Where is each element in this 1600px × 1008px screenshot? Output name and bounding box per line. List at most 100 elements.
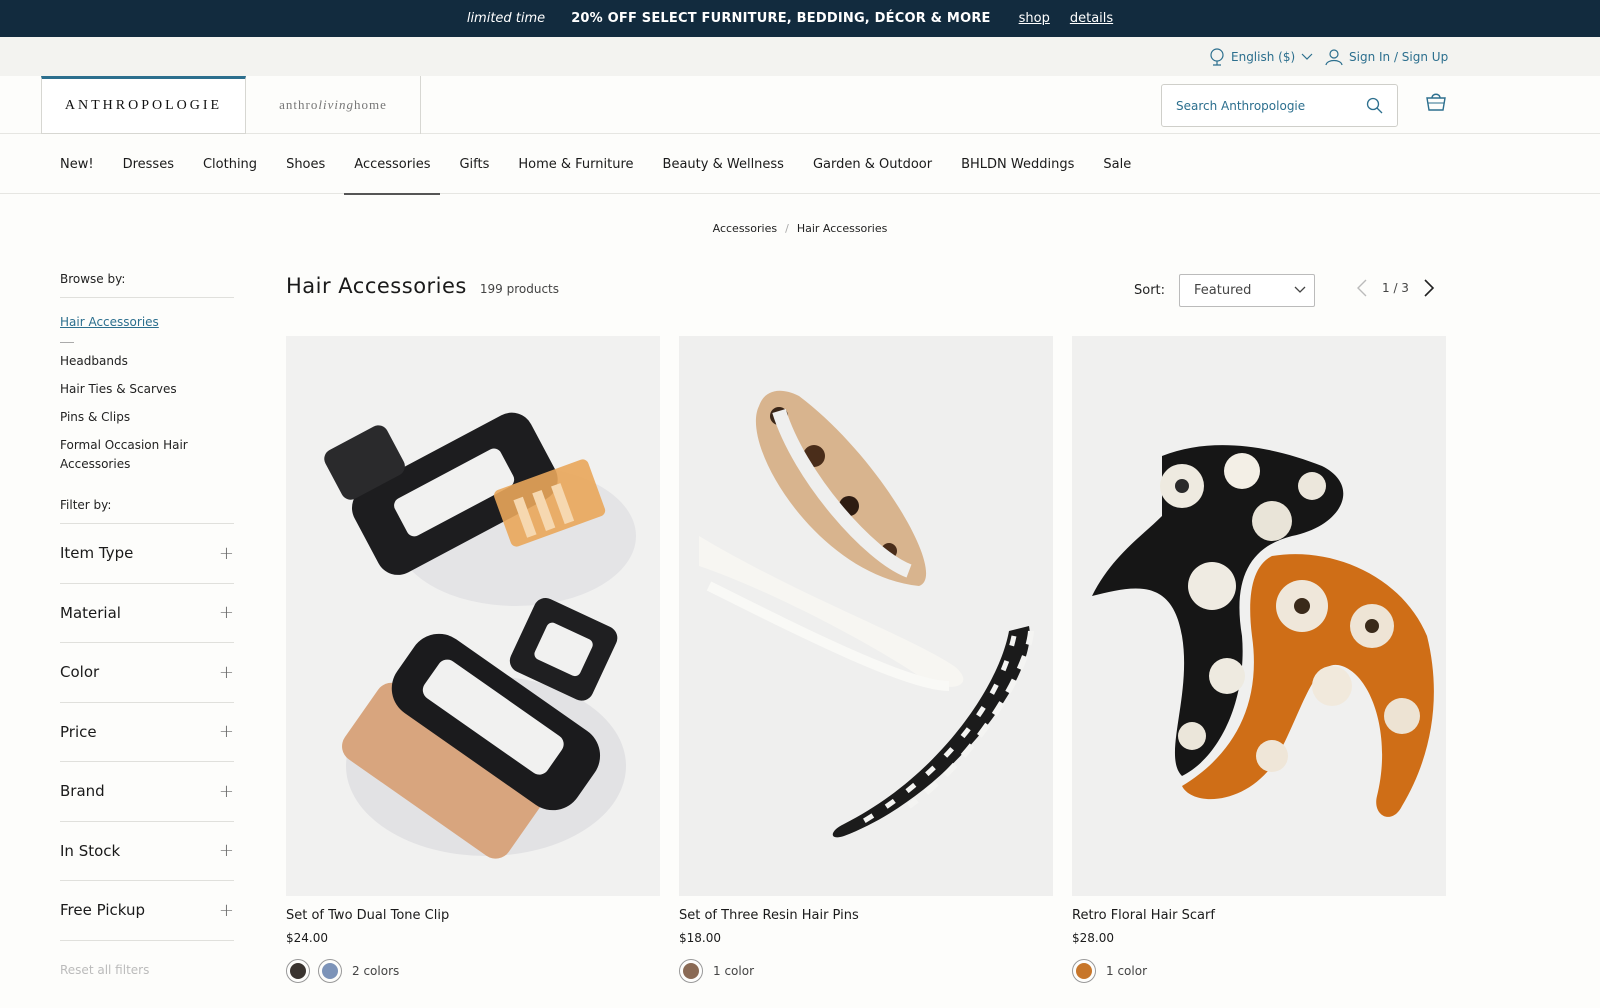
subcategory-formal-occasion[interactable]: Formal Occasion Hair Accessories (60, 436, 200, 474)
promo-shop-link[interactable]: shop (1019, 11, 1050, 26)
language-selector[interactable]: English ($) (1209, 48, 1319, 66)
facet-free-pickup[interactable]: Free Pickup + (60, 881, 234, 941)
sign-in-link[interactable]: Sign In / Sign Up (1325, 48, 1448, 66)
product-image[interactable] (1072, 336, 1446, 896)
product-name[interactable]: Retro Floral Hair Scarf (1072, 908, 1446, 923)
color-swatches: 2 colors (286, 959, 660, 983)
nav-item-dresses[interactable]: Dresses (113, 134, 184, 194)
facet-brand[interactable]: Brand + (60, 762, 234, 822)
promo-banner: limited time 20% OFF SELECT FURNITURE, B… (0, 0, 1600, 37)
hair-pins-illustration (699, 390, 1034, 838)
product-name[interactable]: Set of Three Resin Hair Pins (679, 908, 1053, 923)
shopping-bag-icon[interactable] (1425, 92, 1447, 112)
breadcrumb-current: Hair Accessories (796, 222, 888, 235)
product-count: 199 products (479, 282, 559, 296)
plus-icon: + (218, 542, 234, 564)
search-icon[interactable] (1366, 97, 1383, 114)
nav-item-garden-outdoor[interactable]: Garden & Outdoor (803, 134, 942, 194)
globe-icon (1210, 48, 1224, 66)
plus-icon: + (218, 899, 234, 921)
subcategory-headbands[interactable]: Headbands (60, 352, 234, 371)
main-navigation: New! Dresses Clothing Shoes Accessories … (0, 134, 1600, 195)
language-label: English ($) (1231, 50, 1296, 64)
facet-label: Price (60, 722, 97, 741)
sort-value: Featured (1194, 283, 1252, 298)
facet-item-type[interactable]: Item Type + (60, 524, 234, 584)
floral-scarf-illustration (1092, 445, 1434, 817)
color-count: 1 color (1106, 964, 1147, 978)
living-logo-left: anthro (279, 97, 319, 112)
color-swatch[interactable] (286, 959, 310, 983)
living-logo-mid: living (318, 97, 354, 112)
breadcrumb-parent[interactable]: Accessories (713, 222, 777, 235)
filter-sidebar: Browse by: Hair Accessories Headbands Ha… (60, 272, 234, 977)
product-card[interactable]: Set of Two Dual Tone Clip $24.00 2 color… (286, 336, 660, 983)
browse-by-heading: Browse by: (60, 272, 234, 298)
claw-clips-illustration (324, 412, 636, 859)
nav-item-sale[interactable]: Sale (1093, 134, 1141, 194)
promo-tag: limited time (466, 11, 546, 26)
product-name[interactable]: Set of Two Dual Tone Clip (286, 908, 660, 923)
product-image[interactable] (679, 336, 1053, 896)
facet-label: Free Pickup (60, 901, 145, 920)
facet-color[interactable]: Color + (60, 643, 234, 703)
current-category-link[interactable]: Hair Accessories (60, 315, 234, 329)
chevron-left-icon[interactable] (1356, 278, 1368, 298)
site-header: ANTHROPOLOGIE anthro living home (0, 76, 1600, 134)
anthro-living-home-logo[interactable]: anthro living home (246, 76, 421, 134)
nav-item-shoes[interactable]: Shoes (276, 134, 335, 194)
subcategory-hair-ties-scarves[interactable]: Hair Ties & Scarves (60, 380, 234, 399)
facet-label: Item Type (60, 544, 134, 563)
product-price: $18.00 (679, 931, 721, 945)
page-heading: Hair Accessories 199 products (286, 274, 559, 298)
nav-item-gifts[interactable]: Gifts (449, 134, 499, 194)
search-input[interactable] (1176, 98, 1361, 113)
anthropologie-logo[interactable]: ANTHROPOLOGIE (41, 76, 246, 134)
color-swatch[interactable] (318, 959, 342, 983)
user-icon (1325, 49, 1343, 66)
color-swatch[interactable] (1072, 959, 1096, 983)
product-grid: Set of Two Dual Tone Clip $24.00 2 color… (286, 336, 1446, 983)
nav-item-bhldn-weddings[interactable]: BHLDN Weddings (951, 134, 1084, 194)
nav-item-new[interactable]: New! (60, 134, 104, 194)
facet-in-stock[interactable]: In Stock + (60, 822, 234, 881)
product-image[interactable] (286, 336, 660, 896)
sign-in-label: Sign In / Sign Up (1349, 50, 1449, 64)
color-count: 2 colors (352, 964, 400, 978)
product-card[interactable]: Retro Floral Hair Scarf $28.00 1 color (1072, 336, 1446, 983)
nav-item-home-furniture[interactable]: Home & Furniture (508, 134, 643, 194)
page-title: Hair Accessories (286, 274, 467, 298)
facet-material[interactable]: Material + (60, 584, 234, 643)
plus-icon: + (218, 721, 234, 743)
color-swatch[interactable] (679, 959, 703, 983)
reset-filters-link[interactable]: Reset all filters (60, 963, 234, 977)
subcategory-list: Headbands Hair Ties & Scarves Pins & Cli… (60, 352, 234, 474)
color-swatches: 1 color (679, 959, 1053, 983)
filter-by-heading: Filter by: (60, 498, 234, 524)
pagination: 1 / 3 (1356, 278, 1435, 298)
subcategory-pins-clips[interactable]: Pins & Clips (60, 408, 234, 427)
facet-label: Color (60, 663, 100, 682)
plus-icon: + (218, 661, 234, 683)
facet-label: Material (60, 603, 121, 622)
nav-item-accessories[interactable]: Accessories (344, 134, 441, 195)
nav-item-clothing[interactable]: Clothing (193, 134, 267, 194)
facet-label: Brand (60, 782, 105, 801)
breadcrumb-separator: / (785, 222, 789, 235)
chevron-right-icon[interactable] (1423, 278, 1435, 298)
living-logo-right: home (353, 97, 387, 112)
search-box (1161, 84, 1398, 127)
product-card[interactable]: Set of Three Resin Hair Pins $18.00 1 co… (679, 336, 1053, 983)
plus-icon: + (218, 780, 234, 802)
promo-message: 20% OFF SELECT FURNITURE, BEDDING, DÉCOR… (571, 11, 991, 26)
nav-item-beauty-wellness[interactable]: Beauty & Wellness (653, 134, 794, 194)
divider (60, 342, 74, 343)
product-price: $24.00 (286, 931, 328, 945)
color-swatches: 1 color (1072, 959, 1446, 983)
facet-price[interactable]: Price + (60, 703, 234, 762)
sort-dropdown[interactable]: Featured (1179, 274, 1315, 307)
chevron-down-icon (1294, 286, 1306, 293)
promo-details-link[interactable]: details (1070, 11, 1113, 26)
breadcrumb: Accessories / Hair Accessories (0, 222, 1600, 235)
plus-icon: + (218, 602, 234, 624)
